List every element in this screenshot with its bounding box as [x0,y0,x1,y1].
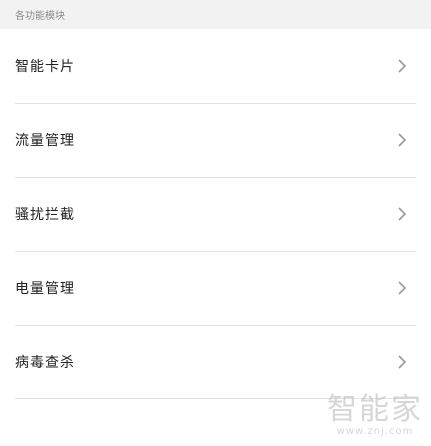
list-item-label: 病毒查杀 [15,355,75,371]
chevron-right-icon [398,133,407,147]
chevron-right-icon [398,355,407,369]
list-item-label: 智能卡片 [15,59,75,75]
list-item-label: 电量管理 [15,281,75,297]
list-item-battery-management[interactable]: 电量管理 [0,251,431,325]
list-item-label: 骚扰拦截 [15,207,75,223]
watermark-url: www.znj.com [336,426,414,437]
chevron-right-icon [398,59,407,73]
function-list: 智能卡片 流量管理 骚扰拦截 电量管理 病毒查杀 [0,29,431,399]
list-item-label: 流量管理 [15,133,75,149]
list-item-smart-card[interactable]: 智能卡片 [0,29,431,103]
list-item-traffic-management[interactable]: 流量管理 [0,103,431,177]
chevron-right-icon [398,281,407,295]
chevron-right-icon [398,207,407,221]
watermark-text: 智能家 [327,392,423,427]
list-item-virus-scan[interactable]: 病毒查杀 [0,325,431,399]
section-title: 各功能模块 [15,11,65,22]
list-item-harassment-blocking[interactable]: 骚扰拦截 [0,177,431,251]
section-header: 各功能模块 [0,0,431,29]
watermark: 智能家 www.znj.com [327,394,423,438]
